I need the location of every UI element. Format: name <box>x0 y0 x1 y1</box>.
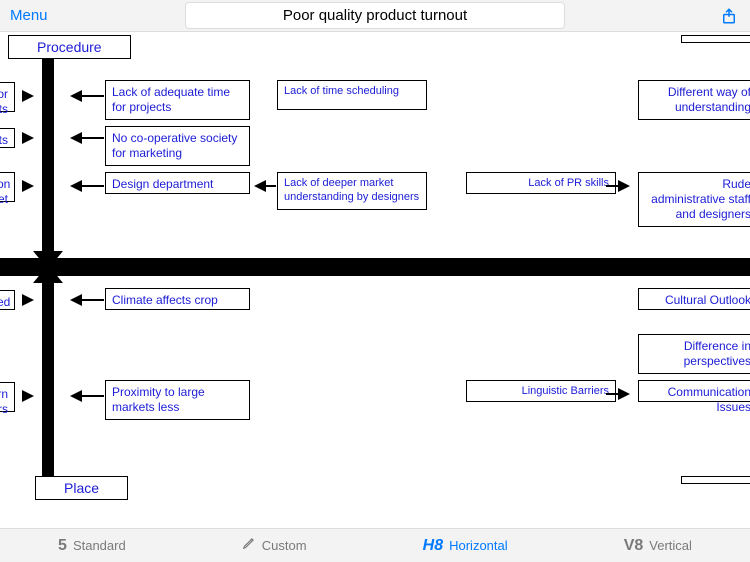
arrow-icon <box>22 294 34 306</box>
bottom-bar: 5 Standard Custom H8 Horizontal V8 Verti… <box>0 528 750 562</box>
arrow-line <box>82 395 104 397</box>
tab-label: Vertical <box>649 538 692 553</box>
arrow-icon <box>70 132 82 144</box>
node-lack-time[interactable]: Lack of adequate time for projects <box>105 80 250 120</box>
top-bar: Menu Poor quality product turnout <box>0 0 750 32</box>
node-fragment-2[interactable]: ts <box>0 128 15 148</box>
arrow-icon <box>254 180 266 192</box>
arrow-line <box>606 393 620 395</box>
node-deeper[interactable]: Lack of deeper market understanding by d… <box>277 172 427 210</box>
arrow-line <box>82 95 104 97</box>
horizontal-icon: H8 <box>423 537 443 555</box>
node-rude[interactable]: Rude administrative staff and designers <box>638 172 750 227</box>
arrow-icon <box>70 294 82 306</box>
node-cultout[interactable]: Cultural Outlook <box>638 288 750 310</box>
node-fragment-1[interactable]: or ts <box>0 82 15 112</box>
tab-custom[interactable]: Custom <box>242 536 307 555</box>
category-procedure[interactable]: Procedure <box>8 35 131 59</box>
node-commissue[interactable]: Communication Issues <box>638 380 750 402</box>
node-time-sched[interactable]: Lack of time scheduling <box>277 80 427 110</box>
node-fragment-5[interactable]: rn rs <box>0 382 15 412</box>
spine <box>0 258 750 276</box>
menu-button[interactable]: Menu <box>10 7 48 24</box>
node-diffpersp[interactable]: Difference in perspectives <box>638 334 750 374</box>
node-fragment-3[interactable]: on et <box>0 172 15 202</box>
tab-label: Standard <box>73 538 126 553</box>
arrow-line <box>82 185 104 187</box>
arrow-line <box>266 185 276 187</box>
tab-horizontal[interactable]: H8 Horizontal <box>423 537 508 555</box>
category-place[interactable]: Place <box>35 476 128 500</box>
pencil-icon <box>242 536 256 555</box>
share-icon[interactable] <box>720 5 738 27</box>
arrow-icon <box>70 90 82 102</box>
diagram-canvas[interactable]: Procedure Place or ts ts on et Lack of a… <box>0 32 750 528</box>
arrow-icon <box>22 390 34 402</box>
node-design[interactable]: Design department <box>105 172 250 194</box>
node-proximity[interactable]: Proximity to large markets less <box>105 380 250 420</box>
standard-icon: 5 <box>58 537 67 555</box>
bone-place <box>42 266 54 477</box>
tab-vertical[interactable]: V8 Vertical <box>624 537 692 555</box>
node-pr[interactable]: Lack of PR skills <box>466 172 616 194</box>
node-no-coop[interactable]: No co-operative society for marketing <box>105 126 250 166</box>
arrow-icon <box>22 132 34 144</box>
node-diffway[interactable]: Different way of understanding <box>638 80 750 120</box>
category-top-right[interactable] <box>681 35 750 43</box>
bone-procedure <box>42 57 54 268</box>
tab-standard[interactable]: 5 Standard <box>58 537 126 555</box>
arrow-icon <box>70 390 82 402</box>
category-bottom-right[interactable] <box>681 476 750 484</box>
arrow-icon <box>22 180 34 192</box>
title-input[interactable]: Poor quality product turnout <box>185 2 565 29</box>
arrow-line <box>82 299 104 301</box>
arrow-icon <box>22 90 34 102</box>
node-climate[interactable]: Climate affects crop <box>105 288 250 310</box>
node-ling[interactable]: Linguistic Barriers <box>466 380 616 402</box>
arrow-icon <box>70 180 82 192</box>
tab-label: Custom <box>262 538 307 553</box>
vertical-icon: V8 <box>624 537 644 555</box>
tab-label: Horizontal <box>449 538 508 553</box>
node-fragment-4[interactable]: ed <box>0 290 15 310</box>
arrow-line <box>606 185 620 187</box>
arrow-line <box>82 137 104 139</box>
